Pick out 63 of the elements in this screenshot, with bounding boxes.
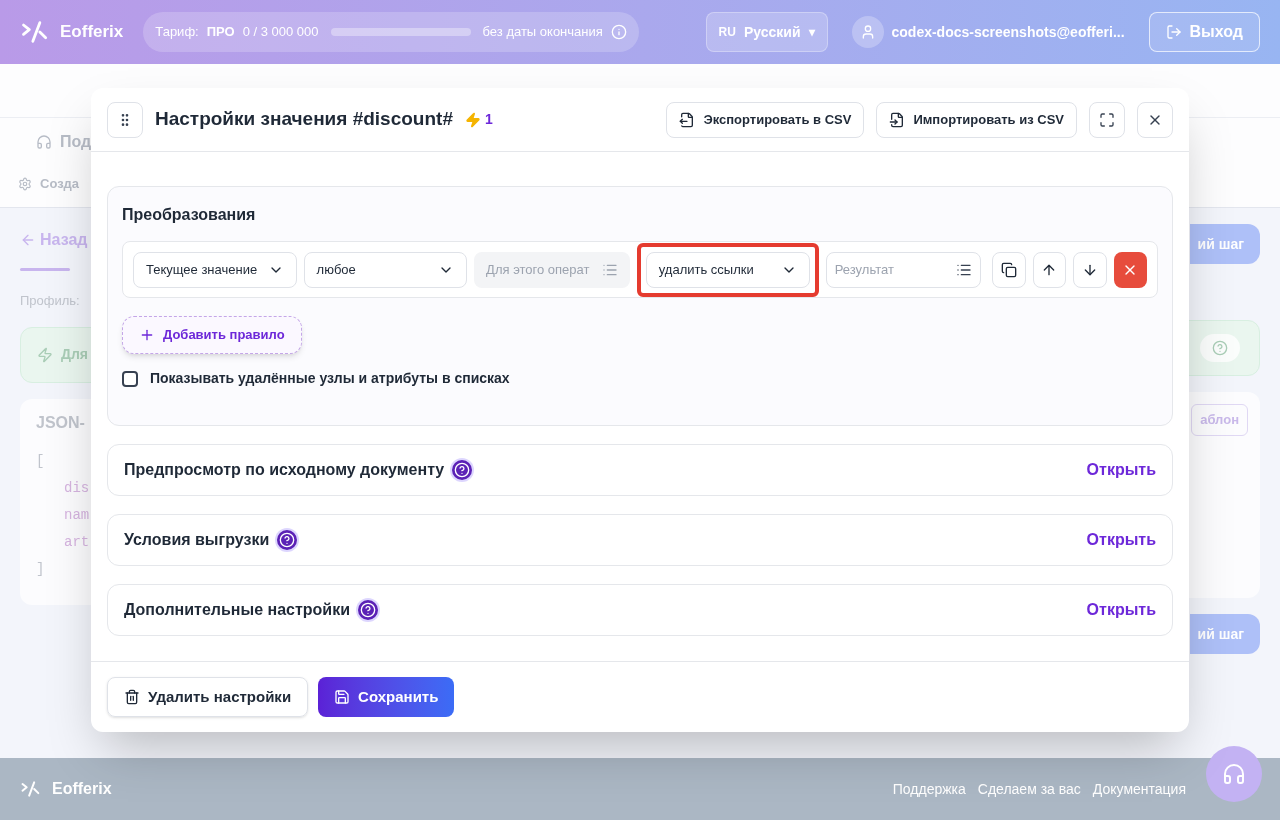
dialog-title: Настройки значения #discount#	[155, 107, 453, 132]
gear-icon	[18, 176, 32, 191]
code-line: dis	[63, 478, 91, 498]
help-icon[interactable]	[452, 460, 473, 480]
fullscreen-icon	[1099, 111, 1115, 128]
section-title: Предпросмотр по исходному документу	[124, 460, 445, 480]
trash-icon	[124, 689, 140, 705]
headset-icon	[36, 134, 52, 150]
tariff-label: Тариф:	[155, 23, 199, 42]
caret-icon: ▾	[808, 23, 815, 41]
checkbox-label: Показывать удалённые узлы и атрибуты в списках	[150, 369, 510, 388]
bolt-icon	[464, 111, 481, 128]
drag-handle[interactable]	[107, 101, 143, 138]
section-title: Преобразования	[122, 205, 257, 225]
expiry-text: без даты окончания	[482, 23, 603, 42]
condition-select[interactable]: любое	[303, 251, 468, 288]
accordion-section[interactable]: Дополнительные настройки Открыть	[107, 584, 1173, 636]
delete-rule-button[interactable]	[1113, 251, 1147, 288]
help-icon[interactable]	[358, 600, 378, 620]
add-rule-button[interactable]: Добавить правило	[122, 316, 302, 354]
brand-name: Eofferix	[60, 21, 124, 44]
open-link[interactable]: Открыть	[1086, 528, 1156, 552]
code-line: nam	[63, 505, 91, 525]
open-link[interactable]: Открыть	[1086, 458, 1156, 482]
notice-text: Для	[61, 345, 89, 364]
code-line: ]	[36, 559, 46, 579]
section-title: Условия выгрузки	[124, 530, 270, 550]
checkbox[interactable]	[122, 370, 138, 387]
source-select[interactable]: Текущее значение	[133, 251, 297, 288]
copy-icon	[1001, 261, 1017, 278]
file-export-icon	[679, 111, 696, 128]
headset-icon	[1222, 762, 1246, 786]
logo-icon	[20, 779, 40, 799]
accordion-section[interactable]: Предпросмотр по исходному документу Открыть	[107, 444, 1173, 496]
fullscreen-button[interactable]	[1089, 101, 1125, 138]
logout-icon	[1165, 24, 1182, 40]
move-down-button[interactable]	[1073, 251, 1107, 288]
operation-select[interactable]: удалить ссылки	[645, 251, 810, 288]
code-line: art	[63, 532, 91, 552]
file-import-icon	[889, 111, 906, 128]
logo-icon	[20, 18, 48, 46]
card-title: JSON-	[36, 412, 86, 433]
delete-settings-button[interactable]: Удалить настройки	[107, 677, 309, 717]
language-name: Русский	[743, 22, 801, 42]
help-icon[interactable]	[277, 530, 298, 550]
close-button[interactable]	[1137, 101, 1173, 138]
usage-count: 0 / 3 000 000	[242, 23, 319, 42]
tariff-plan: ПРО	[206, 23, 235, 42]
open-link[interactable]: Открыть	[1086, 598, 1156, 622]
export-button[interactable]: Экспортировать в CSV	[666, 101, 865, 138]
language-code: RU	[718, 24, 736, 41]
plus-icon	[139, 327, 155, 343]
save-button[interactable]: Сохранить	[318, 677, 455, 717]
import-button[interactable]: Импортировать из CSV	[876, 101, 1077, 138]
bolt-count: 1	[484, 110, 493, 129]
accordion-section[interactable]: Условия выгрузки Открыть	[107, 514, 1173, 566]
move-up-button[interactable]	[1032, 251, 1067, 288]
duplicate-button[interactable]	[992, 251, 1026, 288]
back-arrow-icon	[20, 232, 36, 248]
code-line: [	[36, 451, 46, 471]
bolt-icon	[37, 346, 53, 363]
footer-brand: Eofferix	[52, 779, 112, 799]
section-title: Дополнительные настройки	[124, 600, 350, 620]
